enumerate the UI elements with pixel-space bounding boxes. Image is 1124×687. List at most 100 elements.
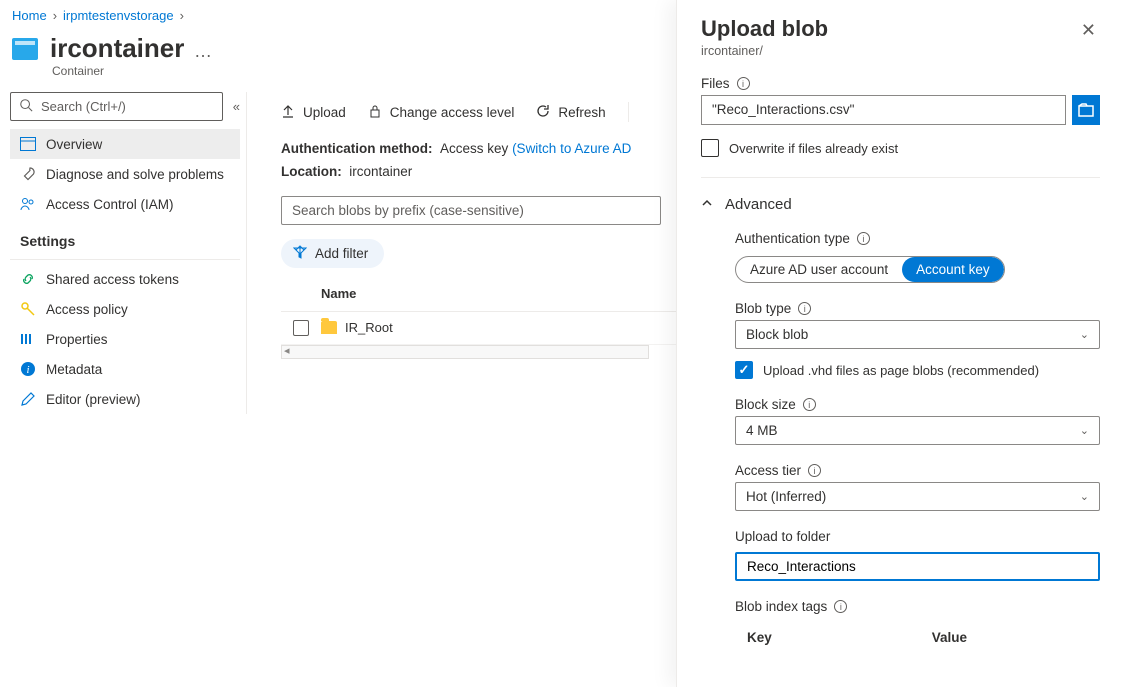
auth-method-label: Authentication method: xyxy=(281,141,433,156)
lock-icon xyxy=(368,104,382,121)
block-size-value: 4 MB xyxy=(746,423,778,438)
properties-icon xyxy=(20,331,36,347)
access-tier-value: Hot (Inferred) xyxy=(746,489,826,504)
access-tier-select[interactable]: Hot (Inferred) ⌄ xyxy=(735,482,1100,511)
filter-icon xyxy=(293,245,307,262)
info-icon[interactable]: i xyxy=(803,398,816,411)
upload-button[interactable]: Upload xyxy=(281,104,346,121)
toolbar-label: Refresh xyxy=(558,105,605,120)
vhd-checkbox[interactable]: ✓ Upload .vhd files as page blobs (recom… xyxy=(735,361,1100,379)
blob-type-select[interactable]: Block blob ⌄ xyxy=(735,320,1100,349)
collapse-sidebar-button[interactable]: « xyxy=(233,99,240,114)
divider xyxy=(628,102,629,122)
files-label: Files xyxy=(701,76,730,91)
divider xyxy=(10,259,240,260)
refresh-icon xyxy=(536,104,550,121)
change-access-button[interactable]: Change access level xyxy=(368,104,515,121)
blob-type-value: Block blob xyxy=(746,327,808,342)
sidebar-item-label: Access Control (IAM) xyxy=(46,197,174,212)
sidebar-item-sas[interactable]: Shared access tokens xyxy=(10,264,240,294)
window-icon xyxy=(20,136,36,152)
row-checkbox[interactable] xyxy=(293,320,309,336)
checkbox-icon xyxy=(701,139,719,157)
sidebar-item-editor[interactable]: Editor (preview) xyxy=(10,384,240,414)
sidebar-item-properties[interactable]: Properties xyxy=(10,324,240,354)
auth-key-option[interactable]: Account key xyxy=(902,257,1004,282)
location-value: ircontainer xyxy=(349,164,412,179)
location-label: Location: xyxy=(281,164,342,179)
link-icon xyxy=(20,271,36,287)
sidebar: Search (Ctrl+/) « Overview Diagnose and … xyxy=(0,92,246,414)
toolbar-label: Change access level xyxy=(390,105,515,120)
access-tier-label: Access tier xyxy=(735,463,801,478)
horizontal-scrollbar[interactable] xyxy=(281,345,649,359)
sidebar-item-diagnose[interactable]: Diagnose and solve problems xyxy=(10,159,240,189)
add-filter-label: Add filter xyxy=(315,246,368,261)
upload-blob-panel: Upload blob ircontainer/ ✕ Files i "Reco… xyxy=(676,0,1124,687)
sidebar-item-label: Properties xyxy=(46,332,108,347)
auth-ad-option[interactable]: Azure AD user account xyxy=(736,257,902,282)
sidebar-item-label: Access policy xyxy=(46,302,128,317)
refresh-button[interactable]: Refresh xyxy=(536,104,605,121)
add-filter-button[interactable]: Add filter xyxy=(281,239,384,268)
chevron-down-icon: ⌄ xyxy=(1080,490,1089,503)
blob-type-label: Blob type xyxy=(735,301,791,316)
advanced-toggle[interactable]: Advanced xyxy=(701,196,1100,213)
sidebar-section-settings: Settings xyxy=(10,219,240,257)
folder-icon xyxy=(321,321,337,334)
svg-text:i: i xyxy=(26,364,29,376)
upload-icon xyxy=(281,104,295,121)
toolbar-label: Upload xyxy=(303,105,346,120)
sidebar-item-metadata[interactable]: i Metadata xyxy=(10,354,240,384)
tag-columns: Key Value xyxy=(735,618,1100,649)
chevron-up-icon xyxy=(701,197,713,212)
search-icon xyxy=(19,98,33,115)
container-icon xyxy=(12,38,38,60)
more-button[interactable]: … xyxy=(188,41,218,61)
sidebar-item-policy[interactable]: Access policy xyxy=(10,294,240,324)
info-icon[interactable]: i xyxy=(798,302,811,315)
info-icon[interactable]: i xyxy=(808,464,821,477)
sidebar-item-overview[interactable]: Overview xyxy=(10,129,240,159)
vhd-label: Upload .vhd files as page blobs (recomme… xyxy=(763,363,1039,378)
row-name: IR_Root xyxy=(345,320,393,335)
switch-auth-link[interactable]: (Switch to Azure AD xyxy=(512,141,631,156)
chevron-right-icon: › xyxy=(180,8,184,23)
files-input[interactable]: "Reco_Interactions.csv" xyxy=(701,95,1066,125)
page-title: ircontainer xyxy=(50,33,184,63)
overwrite-checkbox[interactable]: Overwrite if files already exist xyxy=(701,139,1100,157)
close-button[interactable]: ✕ xyxy=(1077,16,1100,45)
search-input[interactable]: Search (Ctrl+/) xyxy=(10,92,223,121)
sidebar-item-label: Metadata xyxy=(46,362,102,377)
chevron-right-icon: › xyxy=(53,8,57,23)
sidebar-item-label: Overview xyxy=(46,137,102,152)
advanced-label: Advanced xyxy=(725,196,792,213)
breadcrumb-home[interactable]: Home xyxy=(12,8,47,23)
info-icon: i xyxy=(20,361,36,377)
upload-folder-label: Upload to folder xyxy=(735,529,830,544)
key-icon xyxy=(20,301,36,317)
sidebar-item-label: Diagnose and solve problems xyxy=(46,167,224,182)
breadcrumb-storage[interactable]: irpmtestenvstorage xyxy=(63,8,174,23)
sidebar-item-iam[interactable]: Access Control (IAM) xyxy=(10,189,240,219)
people-icon xyxy=(20,196,36,212)
auth-type-toggle[interactable]: Azure AD user account Account key xyxy=(735,256,1005,283)
block-size-select[interactable]: 4 MB ⌄ xyxy=(735,416,1100,445)
sidebar-item-label: Shared access tokens xyxy=(46,272,179,287)
sidebar-item-label: Editor (preview) xyxy=(46,392,141,407)
info-icon[interactable]: i xyxy=(737,77,750,90)
info-icon[interactable]: i xyxy=(857,232,870,245)
overwrite-label: Overwrite if files already exist xyxy=(729,141,898,156)
chevron-down-icon: ⌄ xyxy=(1080,328,1089,341)
info-icon[interactable]: i xyxy=(834,600,847,613)
search-blobs-input[interactable]: Search blobs by prefix (case-sensitive) xyxy=(281,196,661,225)
panel-title: Upload blob xyxy=(701,16,828,42)
wrench-icon xyxy=(20,166,36,182)
auth-type-label: Authentication type xyxy=(735,231,850,246)
search-placeholder: Search (Ctrl+/) xyxy=(41,99,126,114)
panel-subtitle: ircontainer/ xyxy=(701,44,828,58)
upload-folder-input[interactable] xyxy=(735,552,1100,581)
browse-files-button[interactable] xyxy=(1072,95,1100,125)
pencil-icon xyxy=(20,391,36,407)
blob-tags-label: Blob index tags xyxy=(735,599,827,614)
